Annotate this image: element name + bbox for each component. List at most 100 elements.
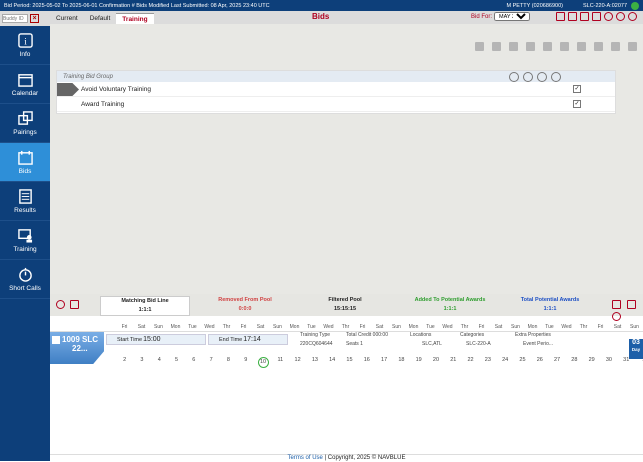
indent-icon[interactable]	[611, 42, 620, 51]
buddy-id-input[interactable]	[2, 14, 28, 23]
tab-default[interactable]: Default	[84, 13, 117, 24]
day-number[interactable]: 19	[410, 357, 427, 368]
avoid-training-checkbox[interactable]: ✓	[573, 85, 581, 93]
day-header: Thr	[222, 323, 231, 330]
day-number[interactable]: 13	[306, 357, 323, 368]
matching-bid-line[interactable]: Matching Bid Line 1:1:1	[100, 296, 190, 316]
sidebar-item-short-calls[interactable]: Short Calls	[0, 260, 50, 299]
sidebar-item-bids[interactable]: Bids	[0, 143, 50, 182]
day-number[interactable]: 14	[324, 357, 341, 368]
close-circle-icon[interactable]	[612, 312, 621, 321]
search-icon[interactable]	[509, 71, 519, 82]
terms-link[interactable]: Terms of Use	[288, 455, 323, 461]
sidebar-item-info[interactable]: i Info	[0, 26, 50, 65]
outdent-icon[interactable]	[628, 42, 637, 51]
top-status-bar: Bid Period: 2025-05-02 To 2025-06-01 Con…	[0, 0, 643, 11]
trip-tag[interactable]: 1009 SLC 22...	[50, 332, 104, 364]
bid-for: Bid For: MAY 2025	[471, 12, 531, 21]
power-icon[interactable]	[628, 12, 637, 21]
removed-from-pool[interactable]: Removed From Pool 0:0:0	[200, 296, 290, 314]
bid-row-avoid-training[interactable]: Avoid Voluntary Training ✓	[57, 82, 615, 97]
day-number[interactable]: 4	[151, 357, 168, 368]
day-header: Fri	[121, 323, 128, 330]
info-circle-icon[interactable]	[537, 71, 547, 82]
day-number[interactable]: 30	[600, 357, 617, 368]
day-header: Sat	[494, 323, 503, 330]
add-icon[interactable]	[551, 71, 561, 82]
day-header: Mon	[527, 323, 538, 330]
day-number[interactable]: 7	[202, 357, 219, 368]
day-number[interactable]: 11	[272, 357, 289, 368]
trip-row[interactable]: 1009 SLC 22... Start Time 15:00 End Time 1…	[50, 332, 643, 368]
day-number[interactable]: 20	[427, 357, 444, 368]
refresh-icon[interactable]	[604, 12, 613, 21]
day-number[interactable]: 31	[618, 357, 635, 368]
added-to-potential-awards[interactable]: Added To Potential Awards 1:1:1	[400, 296, 500, 314]
day-number[interactable]: 9	[237, 357, 254, 368]
day-header: Thr	[460, 323, 469, 330]
day-number[interactable]: 5	[168, 357, 185, 368]
day-number[interactable]: 29	[583, 357, 600, 368]
day-header: Wed	[442, 323, 453, 330]
edit-icon[interactable]	[577, 42, 586, 51]
day-number[interactable]: 2	[116, 357, 133, 368]
eye-icon[interactable]	[56, 300, 65, 309]
day-number[interactable]: 24	[497, 357, 514, 368]
download-icon[interactable]	[592, 12, 601, 21]
sidebar-item-training[interactable]: Training	[0, 221, 50, 260]
tab-training[interactable]: Training	[116, 13, 154, 24]
award-training-checkbox[interactable]: ✓	[573, 100, 581, 108]
day-number[interactable]: 23	[479, 357, 496, 368]
day-number[interactable]: 21	[445, 357, 462, 368]
sidebar: × i Info Calendar Pairings Bids Results …	[0, 11, 50, 461]
upload-icon[interactable]	[580, 12, 589, 21]
move-up-icon[interactable]	[543, 42, 552, 51]
day-number[interactable]: 10	[257, 357, 269, 368]
header-tools	[556, 12, 637, 21]
clipboard-icon[interactable]	[70, 300, 79, 309]
day-number[interactable]: 3	[133, 357, 150, 368]
bid-month-select[interactable]: MAY 2025	[494, 12, 531, 21]
filtered-pool[interactable]: Filtered Pool 15:15:15	[300, 296, 390, 314]
calendar-view-icon[interactable]	[627, 300, 636, 309]
help-icon[interactable]	[616, 12, 625, 21]
expand-icon[interactable]	[594, 42, 603, 51]
day-number[interactable]: 12	[289, 357, 306, 368]
day-number[interactable]: 25	[514, 357, 531, 368]
day-number[interactable]: 18	[393, 357, 410, 368]
day-header: Sun	[511, 323, 520, 330]
day-number[interactable]: 1	[635, 357, 643, 368]
cut-icon[interactable]	[475, 42, 484, 51]
trip-categories: Categories SLC-220-A	[460, 332, 491, 347]
day-number[interactable]: 17	[375, 357, 392, 368]
delete-icon[interactable]	[526, 42, 535, 51]
trip-checkbox[interactable]	[52, 335, 60, 344]
bid-content: Training Bid Group Avoid Voluntary Train…	[50, 24, 643, 294]
tab-current[interactable]: Current	[50, 13, 84, 24]
copy-icon[interactable]	[492, 42, 501, 51]
pairings-icon	[17, 110, 33, 125]
day-header: Tue	[307, 323, 316, 330]
day-number[interactable]: 16	[358, 357, 375, 368]
end-time: End Time 17:14	[208, 334, 288, 345]
day-number[interactable]: 15	[341, 357, 358, 368]
printer-icon[interactable]	[568, 12, 577, 21]
paste-icon[interactable]	[509, 42, 518, 51]
total-potential-awards[interactable]: Total Potential Awards 1:1:1	[505, 296, 595, 314]
day-number[interactable]: 22	[462, 357, 479, 368]
clear-buddy-icon[interactable]: ×	[30, 14, 39, 23]
training-type: Training Type 220CQ604644	[300, 332, 333, 347]
move-down-icon[interactable]	[560, 42, 569, 51]
view-icon[interactable]	[523, 71, 533, 82]
day-number[interactable]: 27	[548, 357, 565, 368]
day-number[interactable]: 28	[566, 357, 583, 368]
sort-icon[interactable]	[612, 300, 621, 309]
print-icon[interactable]	[556, 12, 565, 21]
sidebar-item-results[interactable]: Results	[0, 182, 50, 221]
sidebar-item-calendar[interactable]: Calendar	[0, 65, 50, 104]
bid-row-award-training[interactable]: Award Training ✓	[57, 97, 615, 112]
sidebar-item-pairings[interactable]: Pairings	[0, 104, 50, 143]
day-number[interactable]: 6	[185, 357, 202, 368]
day-number[interactable]: 8	[220, 357, 237, 368]
day-number[interactable]: 26	[531, 357, 548, 368]
